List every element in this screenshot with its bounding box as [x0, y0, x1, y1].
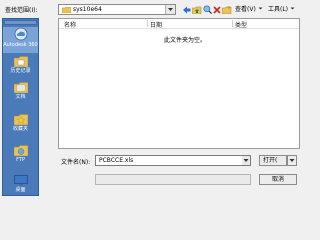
- delete-icon: [213, 5, 221, 14]
- place-history[interactable]: 历史记录: [3, 55, 38, 77]
- file-name-input[interactable]: [96, 156, 239, 165]
- new-folder-button[interactable]: [222, 4, 232, 15]
- back-button[interactable]: [181, 4, 191, 15]
- folder-icon: [62, 7, 71, 13]
- column-header-type[interactable]: 类型: [235, 20, 247, 29]
- desktop-icon: [13, 175, 28, 186]
- open-button[interactable]: 打开(: [259, 155, 287, 166]
- place-label: 桌面: [15, 187, 26, 193]
- place-label: 收藏夹: [12, 126, 28, 132]
- column-divider[interactable]: [147, 20, 148, 27]
- place-desktop[interactable]: 桌面: [3, 175, 38, 197]
- file-list-view[interactable]: 名称 日期 类型 此文件夹为空。: [58, 18, 300, 149]
- chevron-down-icon: [290, 7, 295, 10]
- back-arrow-icon: [182, 6, 190, 13]
- search-web-button[interactable]: [202, 4, 212, 15]
- place-label: 历史记录: [10, 68, 31, 74]
- place-label: Autodesk 360: [3, 42, 38, 48]
- cancel-button[interactable]: 取消: [259, 174, 297, 185]
- tools-menu-button[interactable]: 工具(L): [268, 4, 295, 13]
- place-documents[interactable]: 文档: [3, 81, 38, 103]
- place-ftp[interactable]: FTP: [3, 144, 38, 168]
- views-label: 查看(V): [235, 6, 256, 13]
- column-header-name[interactable]: 名称: [64, 20, 76, 29]
- look-in-dropdown[interactable]: sys10e64: [58, 4, 176, 15]
- up-folder-button[interactable]: [192, 4, 202, 15]
- column-header-date[interactable]: 日期: [150, 20, 162, 29]
- column-header-row: 名称 日期 类型: [59, 19, 299, 29]
- globe-search-icon: [202, 5, 212, 14]
- places-bar: Autodesk 360 历史记录 文档 收藏夹 FTP 桌面: [2, 18, 39, 196]
- cancel-button-label: 取消: [271, 176, 284, 183]
- empty-folder-message: 此文件夹为空。: [164, 37, 207, 44]
- toolbar: 查找范围(I): sys10e64 查看(V) 工具(L): [0, 0, 300, 18]
- file-open-dialog: 查找范围(I): sys10e64 查看(V) 工具(L) Autodesk 3…: [0, 0, 300, 200]
- current-folder-value: sys10e64: [73, 6, 102, 13]
- place-favorites[interactable]: 收藏夹: [3, 113, 38, 137]
- open-options-dropdown[interactable]: [287, 155, 297, 166]
- place-autodesk-360[interactable]: Autodesk 360: [3, 27, 38, 53]
- file-name-label: 文件名(N):: [61, 159, 91, 166]
- views-menu-button[interactable]: 查看(V): [235, 4, 263, 13]
- place-label: FTP: [16, 157, 25, 163]
- cloud-icon: [14, 27, 27, 41]
- column-divider[interactable]: [232, 20, 233, 27]
- history-icon: [13, 56, 28, 67]
- chevron-down-icon: [258, 7, 263, 10]
- chevron-down-icon: [289, 159, 295, 162]
- file-name-combo: [95, 155, 251, 166]
- look-in-label: 查找范围(I):: [5, 7, 38, 14]
- place-label: 文档: [15, 94, 26, 100]
- open-button-label: 打开(: [263, 157, 278, 164]
- folder-up-icon: [192, 6, 202, 14]
- tools-label: 工具(L): [268, 6, 289, 13]
- places-scroll-up-button[interactable]: [4, 20, 37, 25]
- favorites-icon: [13, 114, 28, 125]
- file-type-dropdown[interactable]: [95, 174, 251, 185]
- chevron-down-icon[interactable]: [242, 156, 250, 165]
- documents-icon: [13, 82, 28, 93]
- delete-button[interactable]: [212, 4, 222, 15]
- chevron-down-icon[interactable]: [165, 5, 175, 14]
- new-folder-icon: [222, 5, 232, 14]
- ftp-icon: [13, 145, 28, 156]
